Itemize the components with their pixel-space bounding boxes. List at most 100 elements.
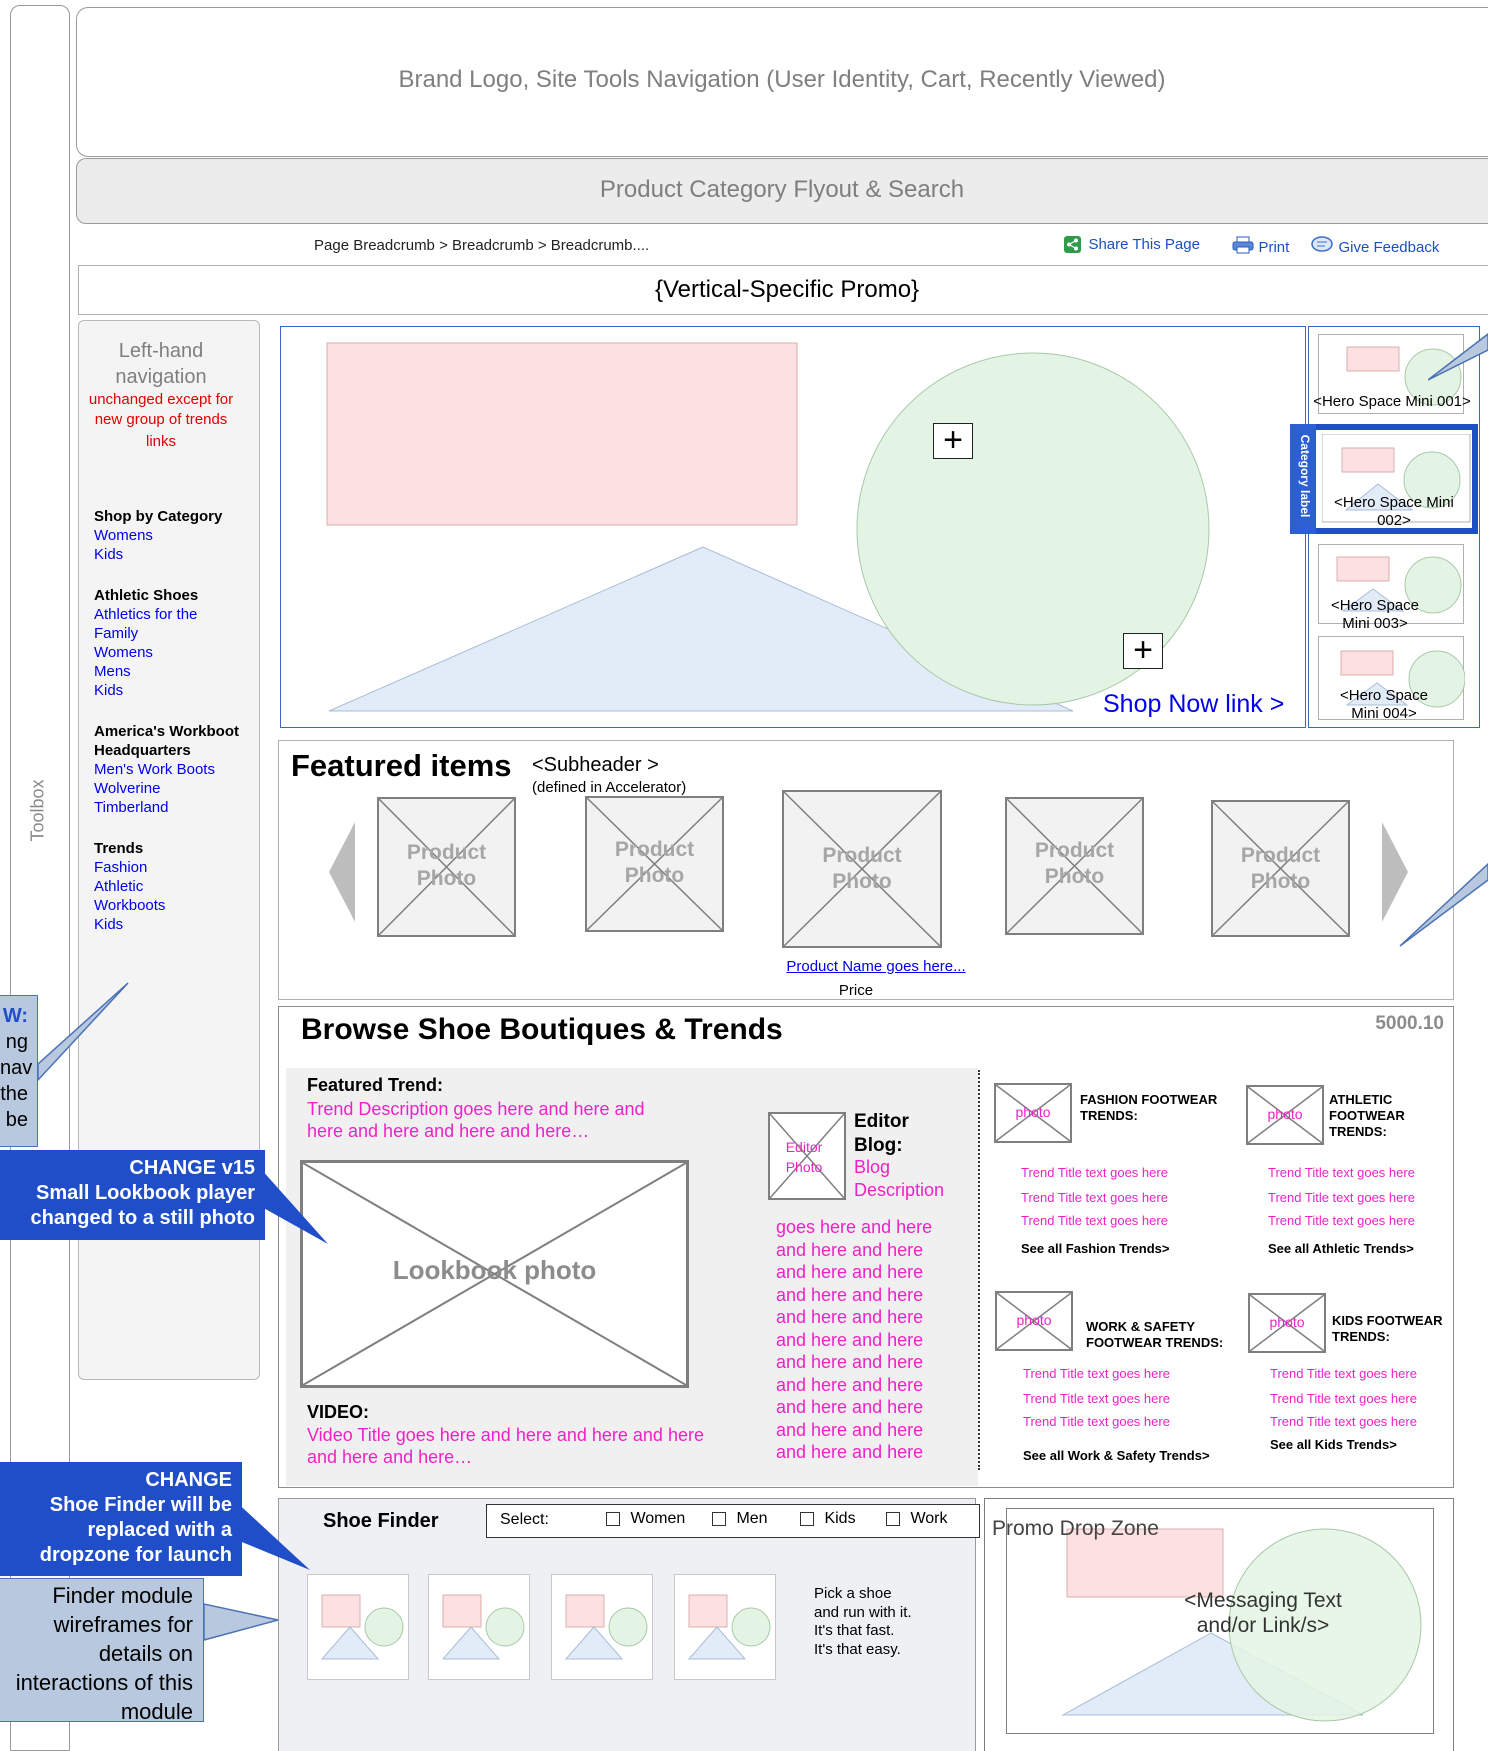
checkbox[interactable] — [886, 1512, 900, 1526]
nav-link-fashion[interactable]: Fashion — [94, 858, 244, 877]
featured-trend-desc[interactable]: Trend Description goes here and here and… — [307, 1098, 677, 1142]
product-photo-2[interactable]: Product Photo — [585, 796, 724, 932]
callout-change-body: Shoe Finder will be replaced with a drop… — [39, 1494, 232, 1566]
work-trend-link-2[interactable]: Trend Title text goes here — [1023, 1391, 1170, 1406]
kids-trend-photo[interactable]: photo — [1248, 1293, 1326, 1353]
kids-trends-heading: KIDS FOOTWEAR TRENDS: — [1332, 1313, 1443, 1344]
kids-trend-link-3[interactable]: Trend Title text goes here — [1270, 1414, 1417, 1429]
share-label: Share This Page — [1088, 236, 1200, 254]
callout-v15-body: Small Lookbook player changed to a still… — [30, 1182, 255, 1229]
blog-description[interactable]: Blog Description — [854, 1156, 964, 1202]
shop-now-link[interactable]: Shop Now link > — [1103, 690, 1284, 719]
product-photo-3[interactable]: Product Photo — [782, 790, 942, 948]
product-name-link[interactable]: Product Name goes here... — [740, 958, 1012, 975]
nav-group-trends: Trends Fashion Athletic Workboots Kids — [94, 839, 244, 934]
product-photo-5[interactable]: Product Photo — [1211, 800, 1350, 937]
shoe-finder-tile-1[interactable] — [307, 1574, 409, 1680]
hero-plus-button-2[interactable]: + — [1123, 633, 1163, 669]
kids-trend-link-1[interactable]: Trend Title text goes here — [1270, 1366, 1417, 1381]
filter-kids[interactable]: Kids — [800, 1510, 856, 1528]
feedback-button[interactable]: Give Feedback — [1310, 236, 1439, 256]
carousel-prev-arrow[interactable] — [329, 822, 355, 927]
product-photo-label-1: Product — [1034, 839, 1115, 862]
work-trends-heading: WORK & SAFETY FOOTWEAR TRENDS: — [1086, 1319, 1224, 1350]
left-nav-title: Left-hand navigation — [78, 338, 244, 390]
checkbox[interactable] — [800, 1512, 814, 1526]
featured-subheader: <Subheader > — [532, 754, 659, 776]
work-trend-link-1[interactable]: Trend Title text goes here — [1023, 1366, 1170, 1381]
offscreen-callout-pointer-1 — [1428, 333, 1488, 381]
promo-messaging-text[interactable]: <Messaging Text and/or Link/s> — [1168, 1588, 1358, 1638]
blog-line: goes here and here — [776, 1217, 933, 1237]
nav-link-womens[interactable]: Womens — [94, 526, 244, 545]
filter-label: Men — [736, 1510, 768, 1527]
fashion-trends-heading: FASHION FOOTWEAR TRENDS: — [1080, 1092, 1218, 1123]
breadcrumb[interactable]: Page Breadcrumb > Breadcrumb > Breadcrum… — [314, 237, 649, 254]
nav-link-kids[interactable]: Kids — [94, 681, 244, 700]
athletic-trend-link-3[interactable]: Trend Title text goes here — [1268, 1213, 1415, 1228]
checkbox[interactable] — [712, 1512, 726, 1526]
nav-group-athletic: Athletic Shoes Athletics for the Family … — [94, 586, 244, 700]
hero-plus-button-1[interactable]: + — [933, 423, 973, 459]
work-trend-link-3[interactable]: Trend Title text goes here — [1023, 1414, 1170, 1429]
nav-link-timberland[interactable]: Timberland — [94, 798, 244, 817]
video-title[interactable]: Video Title goes here and here and here … — [307, 1424, 733, 1468]
callout-pointer-change — [232, 1498, 310, 1570]
blog-line: and here and here — [776, 1374, 924, 1395]
see-all-kids-link[interactable]: See all Kids Trends> — [1270, 1437, 1397, 1453]
callout-v15-title: CHANGE v15 — [129, 1157, 255, 1179]
nav-link-mens-work-boots[interactable]: Men's Work Boots — [94, 760, 244, 779]
hero-space[interactable]: + + Shop Now link > — [280, 326, 1306, 728]
see-all-athletic-link[interactable]: See all Athletic Trends> — [1268, 1241, 1414, 1257]
nav-group-heading: Shop by Category — [94, 508, 223, 525]
product-photo-4[interactable]: Product Photo — [1005, 797, 1144, 935]
fashion-trend-link-2[interactable]: Trend Title text goes here — [1021, 1190, 1168, 1205]
hero-mini-004-label: <Hero Space Mini 004> — [1340, 687, 1428, 722]
nav-link-wolverine[interactable]: Wolverine — [94, 779, 244, 798]
filter-men[interactable]: Men — [712, 1510, 768, 1528]
callout-pointer-finder — [203, 1603, 279, 1641]
blog-line: and here and here — [776, 1239, 924, 1260]
blog-line: and here and here — [776, 1442, 924, 1462]
flyout-title[interactable]: Product Category Flyout & Search — [76, 176, 1488, 204]
filter-women[interactable]: Women — [606, 1510, 685, 1528]
product-photo-1[interactable]: Product Photo — [377, 797, 516, 937]
nav-link-mens[interactable]: Mens — [94, 662, 244, 681]
callout-change-title: CHANGE — [145, 1469, 232, 1491]
hero-mini-002-label: <Hero Space Mini 002> — [1334, 494, 1454, 529]
nav-link-kids[interactable]: Kids — [94, 915, 244, 934]
filter-work[interactable]: Work — [886, 1510, 948, 1528]
editor-photo[interactable]: Editor Photo — [768, 1112, 846, 1200]
nav-link-workboots[interactable]: Workboots — [94, 896, 244, 915]
share-button[interactable]: Share This Page — [1064, 236, 1200, 256]
see-all-work-link[interactable]: See all Work & Safety Trends> — [1023, 1448, 1210, 1464]
shoe-finder-tile-2[interactable] — [428, 1574, 530, 1680]
shoe-finder-tile-3[interactable] — [551, 1574, 653, 1680]
callout-w-line: nav — [0, 1057, 33, 1079]
left-nav-groups: Shop by Category Womens Kids Athletic Sh… — [94, 507, 244, 934]
see-all-fashion-link[interactable]: See all Fashion Trends> — [1021, 1241, 1169, 1257]
work-trend-photo[interactable]: photo — [995, 1291, 1073, 1351]
nav-link-kids[interactable]: Kids — [94, 545, 244, 564]
fashion-trend-link-1[interactable]: Trend Title text goes here — [1021, 1165, 1168, 1180]
product-photo-label-1: Product — [1240, 844, 1321, 867]
fashion-trend-link-3[interactable]: Trend Title text goes here — [1021, 1213, 1168, 1228]
athletic-trend-link-2[interactable]: Trend Title text goes here — [1268, 1190, 1415, 1205]
header-title: Brand Logo, Site Tools Navigation (User … — [398, 66, 1166, 93]
shoe-finder-tile-4[interactable] — [674, 1574, 776, 1680]
toolbox-label[interactable]: Toolbox — [28, 763, 49, 859]
athletic-trend-link-1[interactable]: Trend Title text goes here — [1268, 1165, 1415, 1180]
photo-label: photo — [1016, 1312, 1052, 1328]
nav-link-athletics-family[interactable]: Athletics for the Family — [94, 605, 244, 643]
kids-trend-link-2[interactable]: Trend Title text goes here — [1270, 1391, 1417, 1406]
shoe-finder-title: Shoe Finder — [323, 1510, 439, 1532]
editor-photo-label: Editor Photo — [785, 1139, 823, 1175]
lookbook-photo[interactable]: Lookbook photo — [300, 1160, 689, 1388]
nav-link-athletic[interactable]: Athletic — [94, 877, 244, 896]
blog-more-text: goes here and here and here and here and… — [776, 1216, 966, 1464]
fashion-trend-photo[interactable]: photo — [994, 1083, 1072, 1143]
athletic-trend-photo[interactable]: photo — [1246, 1085, 1324, 1145]
nav-link-womens[interactable]: Womens — [94, 643, 244, 662]
print-button[interactable]: Print — [1232, 236, 1289, 256]
checkbox[interactable] — [606, 1512, 620, 1526]
